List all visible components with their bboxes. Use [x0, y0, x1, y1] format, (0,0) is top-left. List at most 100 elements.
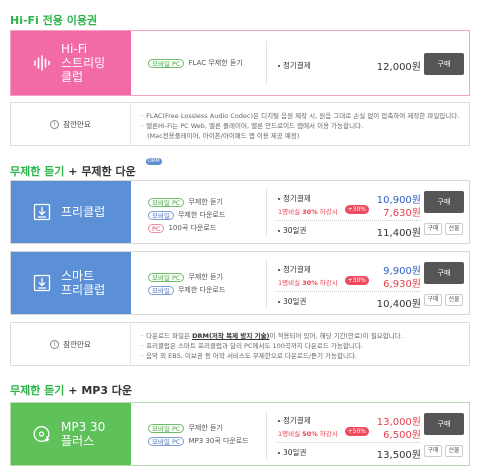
platform-tag: 모바일 PC: [148, 272, 185, 282]
product-name: Hi-Fi 스트리밍 클럽: [61, 42, 106, 84]
platform-tag: PC: [148, 223, 165, 233]
feature-row: 모바일 PC MP3 30곡 다운로드: [148, 436, 249, 446]
feature-text: 100곡 다운로드: [168, 224, 217, 232]
feature-row: 모바일 PC 무제한 듣기: [148, 272, 225, 282]
notice-item: FLAC(Free Lossless Audio Codec)은 디지털 음원 …: [141, 111, 461, 121]
divider: [266, 41, 267, 85]
platform-tag: 모바일 PC: [148, 197, 185, 207]
price-value: 7,630원: [383, 208, 421, 219]
feature-list: 모바일 PC 무제한 듣기 모바일 PC MP3 30곡 다운로드: [148, 423, 249, 446]
notice-item: 멜론Hi-Fi는 PC Web, 멜론 플레이어, 멜론 안드로이드 앱에서 이…: [141, 121, 461, 131]
gift-button[interactable]: 선물: [445, 294, 463, 306]
product-tile-smartclub[interactable]: 스마트 프리클럽: [11, 252, 131, 314]
feature-text: FLAC 무제한 듣기: [188, 59, 243, 67]
notice-item: 프리클럽은 스마트 프리클럽과 달리 PC에서도 100곡까지 다운로드 가능합…: [141, 341, 461, 351]
notice-box: ! 잠깐만요 FLAC(Free Lossless Audio Codec)은 …: [10, 102, 470, 146]
feature-row: 모바일 PC 무제한 듣기: [148, 197, 225, 207]
feature-row: 모바일 PC FLAC 무제한 듣기: [148, 58, 243, 68]
price-list: 정기결제 13,000원 1명비실 50% 하강시 +50% 6,500원 30…: [276, 413, 421, 461]
price-value: 6,500원: [383, 430, 421, 441]
price-row-subscription: 정기결제 10,900원: [276, 191, 421, 206]
product-tile-mp3[interactable]: MP3 30 플러스: [11, 403, 131, 465]
price-row-discount: 1명비실 30% 하강시 +30% 6,930원: [278, 276, 421, 290]
price-list: 정기결제 10,900원 1명비실 30% 하강시 +30% 7,630원 30…: [276, 191, 421, 239]
notice-box: ! 잠깐만요 다운로드 파일은 DRM(저작 복제 방지 기술)이 적용되어 있…: [10, 322, 470, 366]
buy-button[interactable]: 구매: [424, 262, 464, 284]
feature-text: 무제한 듣기: [188, 273, 223, 281]
feature-list: 모바일 PC 무제한 듣기 모바일 무제한 다운로드 PC 100곡 다운로드: [148, 197, 225, 233]
price-row-30day: 30일권 10,400원: [276, 291, 421, 310]
buy-button[interactable]: 구매: [424, 413, 464, 435]
drm-badge: DRM: [146, 158, 162, 165]
notice-list: FLAC(Free Lossless Audio Codec)은 디지털 음원 …: [141, 111, 461, 141]
buy-30day-button[interactable]: 구매: [424, 445, 442, 457]
product-card-hifi: Hi-Fi 스트리밍 클럽 모바일 PC FLAC 무제한 듣기 정기결제 12…: [10, 30, 470, 96]
download-box-icon: [33, 203, 51, 221]
equalizer-icon: [34, 55, 50, 71]
divider: [266, 189, 267, 237]
price-value: 11,400원: [376, 228, 421, 239]
notice-label: ! 잠깐만요: [11, 103, 131, 145]
platform-tag: 모바일: [148, 210, 174, 220]
product-tile-hifi[interactable]: Hi-Fi 스트리밍 클럽: [11, 31, 131, 95]
feature-text: 무제한 듣기: [188, 198, 223, 206]
price-row-30day: 30일권 11,400원: [276, 220, 421, 239]
feature-row: 모바일 무제한 다운로드: [148, 285, 225, 295]
platform-tag: 모바일 PC: [148, 436, 185, 446]
price-value: 12,000원: [376, 62, 421, 73]
section-title-hifi: Hi-Fi 전용 이용권: [10, 14, 98, 27]
price-list: 정기결제 9,900원 1명비실 30% 하강시 +30% 6,930원 30일…: [276, 262, 421, 310]
notice-item: (Mac전용플레이어, 아이폰/아이패드 앱 이용 제공 예정): [147, 132, 300, 140]
feature-text: 무제한 다운로드: [177, 211, 226, 219]
section-title-mp3: 무제한 듣기 + MP3 다운: [10, 384, 133, 397]
price-list: 정기결제 12,000원: [276, 58, 421, 73]
discount-badge: +30%: [344, 205, 369, 214]
buy-button[interactable]: 구매: [424, 191, 464, 213]
gift-button[interactable]: 선물: [445, 445, 463, 457]
price-value: 6,930원: [383, 279, 421, 290]
feature-text: 무제한 듣기: [188, 424, 223, 432]
product-card-smartclub: 스마트 프리클럽 모바일 PC 무제한 듣기 모바일 무제한 다운로드 정기결제…: [10, 251, 470, 315]
notice-list: 다운로드 파일은 DRM(저작 복제 방지 기술)이 적용되어 있어, 해당 기…: [141, 331, 461, 361]
feature-text: 무제한 다운로드: [177, 286, 226, 294]
buy-button[interactable]: 구매: [424, 53, 464, 75]
info-icon: !: [50, 339, 60, 349]
drm-link[interactable]: DRM(저작 복제 방지 기술): [192, 332, 269, 340]
product-card-mp3: MP3 30 플러스 모바일 PC 무제한 듣기 모바일 PC MP3 30곡 …: [10, 402, 470, 466]
info-icon: !: [50, 119, 60, 129]
divider: [266, 260, 267, 308]
section-title-free: 무제한 듣기 + 무제한 다운: [10, 165, 136, 178]
price-row-subscription: 정기결제 9,900원: [276, 262, 421, 277]
price-value: 10,400원: [376, 299, 421, 310]
discount-badge: +30%: [344, 276, 369, 285]
price-row-discount: 1명비실 50% 하강시 +50% 6,500원: [278, 427, 421, 441]
price-row-30day: 30일권 13,500원: [276, 442, 421, 461]
product-name: MP3 30 플러스: [61, 420, 106, 448]
product-name: 스마트 프리클럽: [61, 269, 106, 297]
price-label: 정기결제: [283, 61, 311, 70]
platform-tag: 모바일 PC: [148, 423, 185, 433]
platform-tag: 모바일: [148, 285, 174, 295]
price-row-discount: 1명비실 30% 하강시 +30% 7,630원: [278, 205, 421, 219]
platform-tag: 모바일 PC: [148, 58, 185, 68]
product-tile-freeclub[interactable]: 프리클럽: [11, 181, 131, 243]
price-row-subscription: 정기결제 13,000원: [276, 413, 421, 428]
discount-badge: +50%: [344, 427, 369, 436]
feature-list: 모바일 PC 무제한 듣기 모바일 무제한 다운로드: [148, 272, 225, 295]
notice-label: ! 잠깐만요: [11, 323, 131, 365]
price-value: 13,500원: [376, 450, 421, 461]
buy-30day-button[interactable]: 구매: [424, 294, 442, 306]
download-box-icon: [33, 274, 51, 292]
notice-item: 음악 외 EBS, 이보권 등 어학 서비스도 무제한으로 다운로드/듣기 가능…: [141, 351, 461, 361]
notice-item: 다운로드 파일은 DRM(저작 복제 방지 기술)이 적용되어 있어, 해당 기…: [141, 331, 461, 341]
product-name: 프리클럽: [61, 205, 106, 219]
divider: [266, 411, 267, 459]
feature-row: PC 100곡 다운로드: [148, 223, 225, 233]
price-row-subscription: 정기결제 12,000원: [276, 58, 421, 73]
feature-row: 모바일 PC 무제한 듣기: [148, 423, 249, 433]
buy-30day-button[interactable]: 구매: [424, 223, 442, 235]
product-card-freeclub: 프리클럽 모바일 PC 무제한 듣기 모바일 무제한 다운로드 PC 100곡 …: [10, 180, 470, 244]
disc-download-icon: [33, 426, 50, 442]
gift-button[interactable]: 선물: [445, 223, 463, 235]
feature-list: 모바일 PC FLAC 무제한 듣기: [148, 58, 243, 68]
